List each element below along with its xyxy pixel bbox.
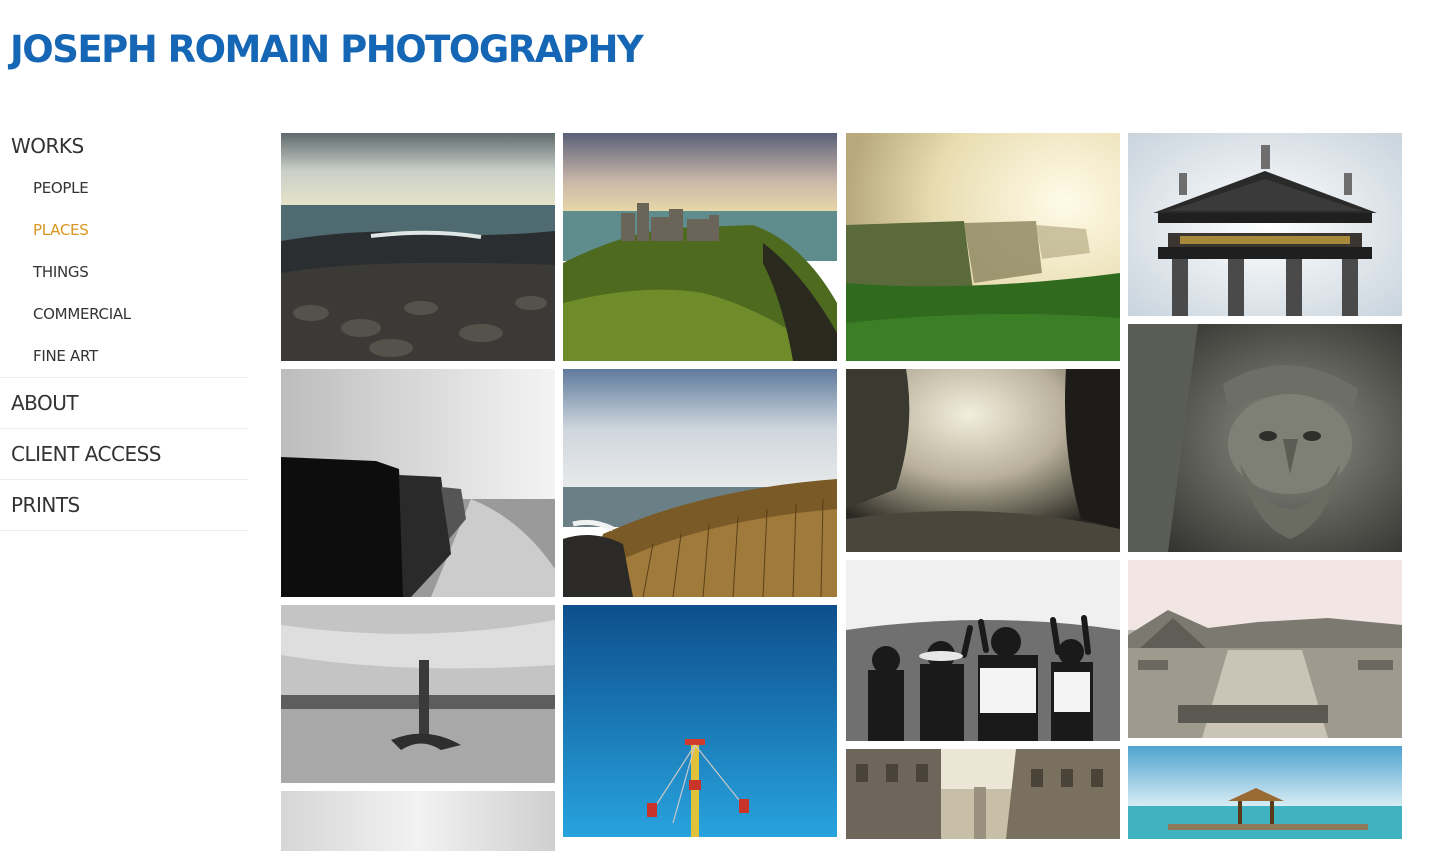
photo-old-town-street[interactable] [846, 749, 1120, 839]
photo-pier-post-black-and-white[interactable] [281, 605, 555, 783]
photo-cliffs-of-moher-sunlit[interactable] [846, 133, 1120, 361]
photo-dunluce-castle[interactable] [563, 133, 837, 361]
nav-client-access[interactable]: CLIENT ACCESS [0, 429, 248, 479]
nav-sub-people[interactable]: PEOPLE [0, 167, 248, 209]
nav-sub-commercial[interactable]: COMMERCIAL [0, 293, 248, 335]
nav-works[interactable]: WORKS [0, 125, 248, 167]
photo-thatched-pier-hut[interactable] [1128, 746, 1402, 839]
photo-voladores-pole-blue-sky[interactable] [563, 605, 837, 837]
photo-misty-landscape[interactable] [281, 791, 555, 851]
photo-crowd-raised-hands[interactable] [846, 560, 1120, 741]
main-nav: WORKS PEOPLE PLACES THINGS COMMERCIAL FI… [0, 125, 248, 531]
photo-misty-waterfall[interactable] [846, 369, 1120, 552]
nav-sub-fine-art[interactable]: FINE ART [0, 335, 248, 377]
nav-prints[interactable]: PRINTS [0, 480, 248, 530]
photo-giants-causeway-sea[interactable] [281, 133, 555, 361]
nav-sub-things[interactable]: THINGS [0, 251, 248, 293]
site-title[interactable]: Joseph Romain Photography [10, 24, 644, 76]
photo-carved-stone-head[interactable] [1128, 324, 1402, 552]
photo-cliffs-black-and-white[interactable] [281, 369, 555, 597]
photo-causeway-basalt-columns[interactable] [563, 369, 837, 597]
photo-teotihuacan-pyramids[interactable] [1128, 560, 1402, 738]
nav-sub-places[interactable]: PLACES [0, 209, 248, 251]
nav-divider [0, 530, 248, 531]
nav-about[interactable]: ABOUT [0, 378, 248, 428]
photo-church-portico-statues[interactable] [1128, 133, 1402, 316]
